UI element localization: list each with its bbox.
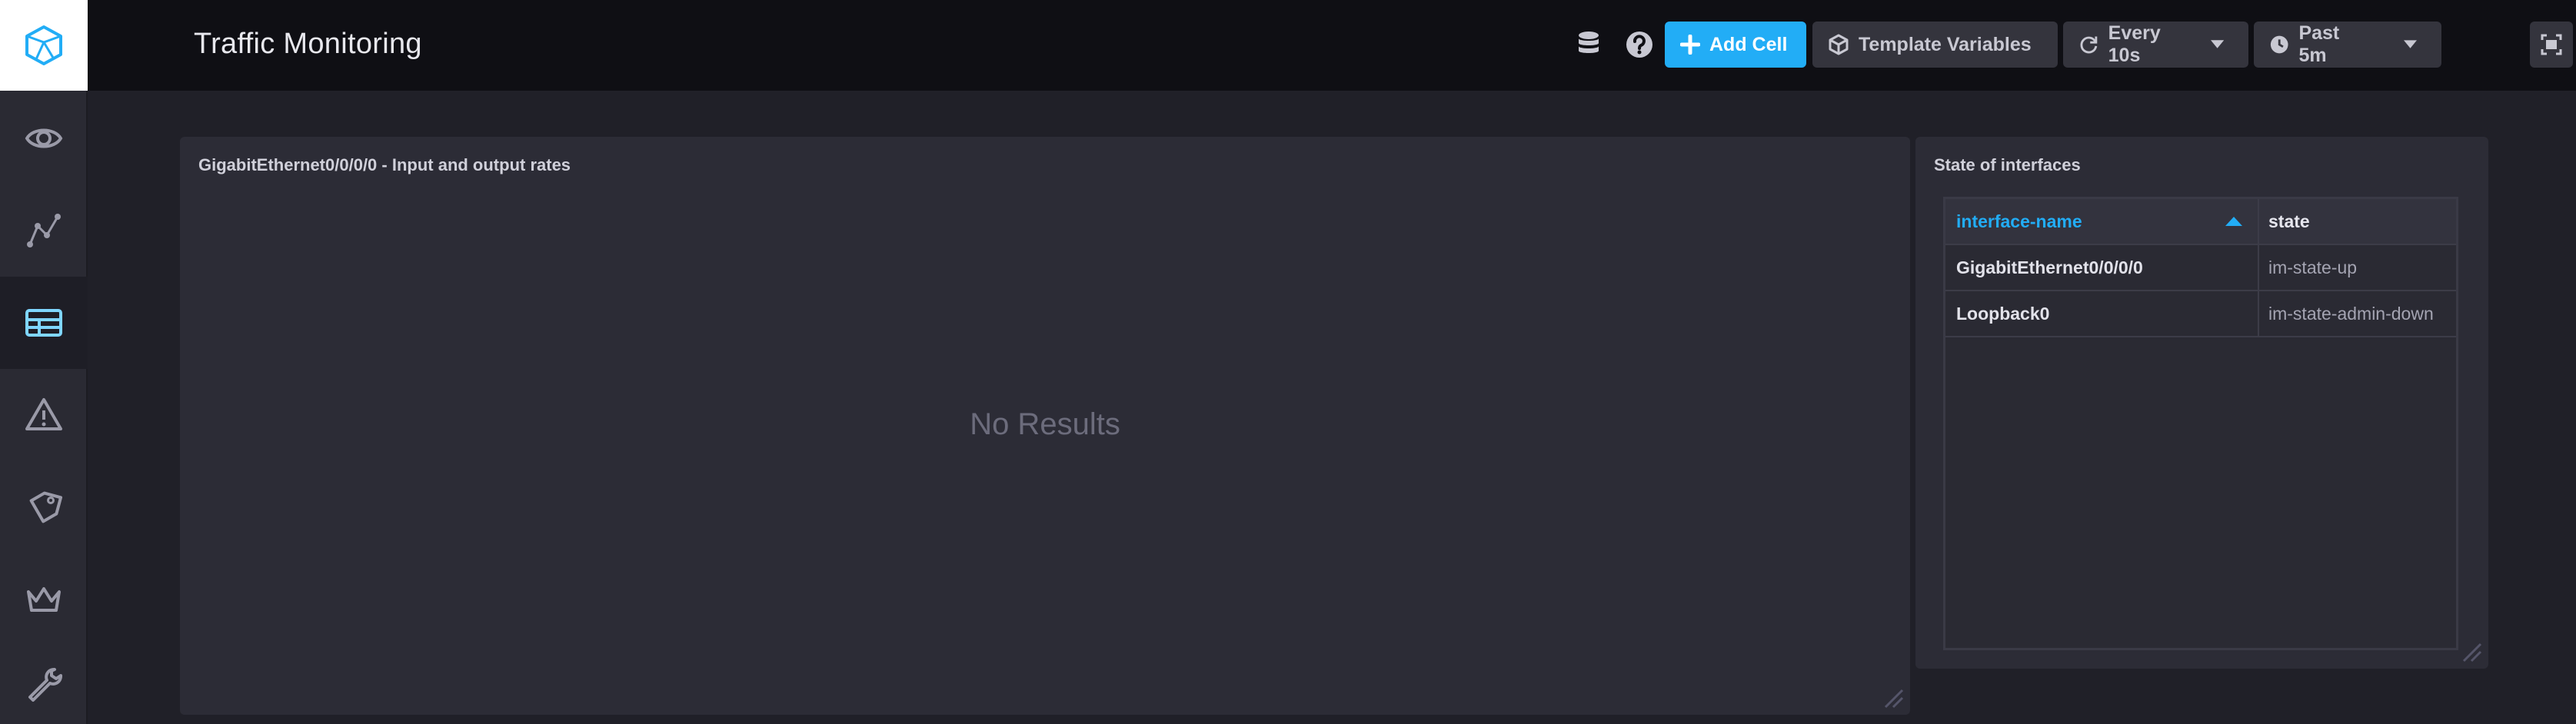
app-root: Traffic Monitoring Add Cell Template Var… [0,0,2576,724]
sidebar-item-dashboards[interactable] [0,277,88,369]
sidebar [0,0,88,724]
sidebar-item-admin[interactable] [0,553,88,646]
dashboard-canvas: GigabitEthernet0/0/0/0 - Input and outpu… [88,91,2576,724]
resize-handle-icon[interactable] [2459,639,2482,663]
no-results-message: No Results [970,407,1120,441]
cell-interface-name: Loopback0 [1945,291,2259,336]
help-button[interactable] [1622,28,1656,61]
logo[interactable] [0,0,88,91]
refresh-interval-label: Every 10s [2108,22,2161,66]
fullscreen-icon [2541,34,2562,55]
graph-icon [27,214,61,247]
column-header-interface-name[interactable]: interface-name [1945,199,2259,244]
add-cell-button[interactable]: Add Cell [1665,22,1806,68]
sort-ascending-icon [2225,217,2242,226]
sidebar-item-hosts[interactable] [0,184,88,277]
sidebar-item-data-explorer[interactable] [0,92,88,184]
tag-icon [29,491,63,523]
database-button[interactable] [1572,28,1606,61]
table-row: GigabitEthernet0/0/0/0 im-state-up [1945,245,2456,291]
table-cell-title: State of interfaces [1934,155,2081,174]
crown-icon [27,587,61,612]
template-variables-button[interactable]: Template Variables [1812,22,2058,68]
logo-icon [25,25,62,65]
column-header-state[interactable]: state [2259,199,2456,244]
wrench-icon [28,668,62,702]
table-row: Loopback0 im-state-admin-down [1945,291,2456,337]
cell-state: im-state-admin-down [2268,303,2434,324]
time-range-dropdown[interactable]: Past 5m [2254,22,2441,68]
chevron-down-icon [2210,40,2224,48]
sidebar-item-alerting[interactable] [0,369,88,461]
question-icon [1626,32,1652,58]
cube-icon [1829,34,1849,55]
refresh-interval-dropdown[interactable]: Every 10s [2063,22,2248,68]
table-header-row: interface-name state [1945,199,2456,245]
graph-cell-title: GigabitEthernet0/0/0/0 - Input and outpu… [198,155,571,174]
chevron-down-icon [2404,40,2417,48]
plus-icon [1680,35,1700,55]
cell-state: im-state-up [2268,257,2358,277]
graph-cell[interactable]: GigabitEthernet0/0/0/0 - Input and outpu… [180,137,1910,715]
presentation-mode-button[interactable] [2530,22,2573,68]
eye-icon [25,128,63,148]
refresh-icon [2080,36,2098,54]
page-title: Traffic Monitoring [194,28,422,60]
sidebar-item-log-viewer[interactable] [0,461,88,553]
cell-interface-name: GigabitEthernet0/0/0/0 [1945,245,2259,290]
template-variables-label: Template Variables [1859,33,2032,55]
resize-handle-icon[interactable] [1881,686,1904,709]
database-icon [1579,32,1599,53]
dashboards-icon [25,309,62,337]
interfaces-table: interface-name state GigabitEthernet0/0/… [1943,197,2458,650]
clock-icon [2270,35,2288,54]
table-cell[interactable]: State of interfaces interface-name state… [1915,137,2488,669]
page-header: Traffic Monitoring Add Cell Template Var… [88,0,2576,91]
alert-icon [25,398,62,430]
add-cell-label: Add Cell [1709,33,1788,55]
sidebar-item-configuration[interactable] [0,646,88,724]
time-range-label: Past 5m [2298,22,2340,66]
